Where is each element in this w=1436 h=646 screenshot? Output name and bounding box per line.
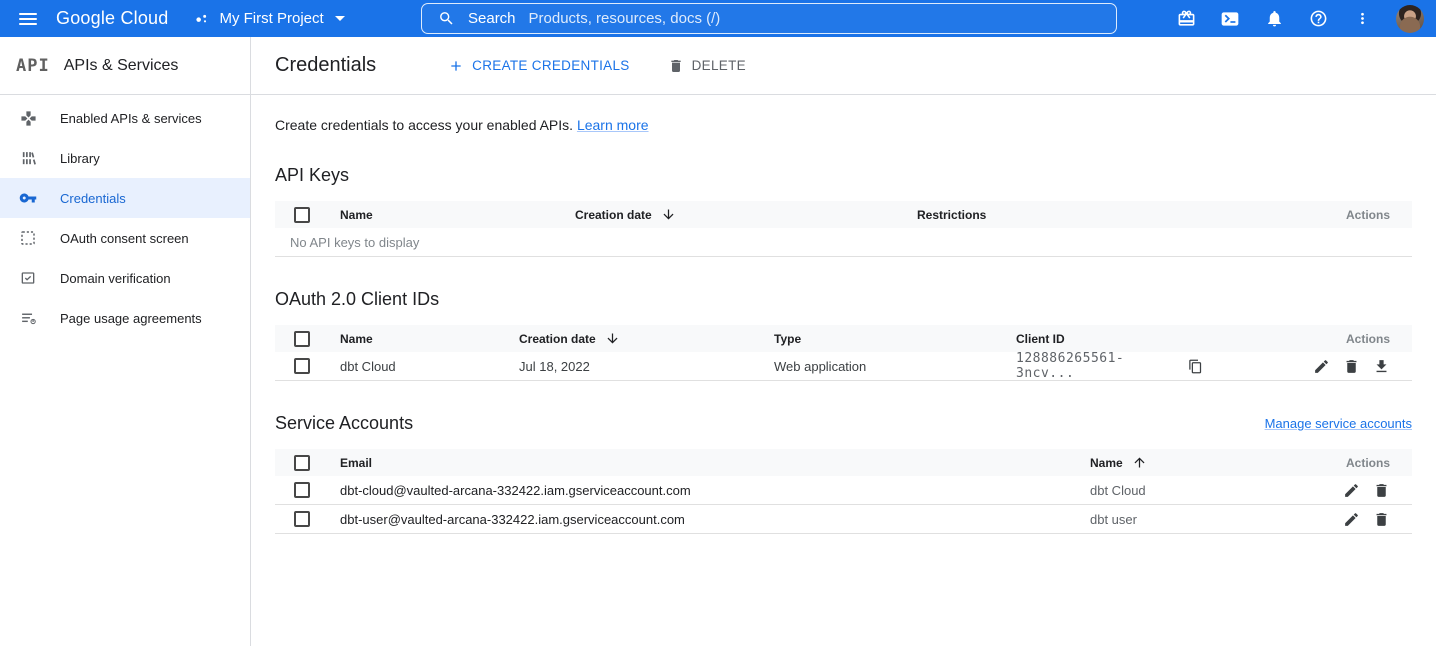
row-checkbox[interactable] — [294, 358, 310, 374]
client-name: dbt Cloud — [340, 359, 519, 374]
edit-icon[interactable] — [1343, 511, 1360, 528]
domain-verification-icon — [19, 269, 37, 287]
table-row: dbt-cloud@vaulted-arcana-332422.iam.gser… — [275, 476, 1412, 505]
column-restrictions[interactable]: Restrictions — [917, 208, 1154, 222]
column-actions: Actions — [1290, 456, 1412, 470]
service-account-email: dbt-cloud@vaulted-arcana-332422.iam.gser… — [340, 483, 1090, 498]
column-name[interactable]: Name — [340, 208, 575, 222]
library-icon — [19, 149, 37, 167]
enabled-apis-icon — [19, 109, 37, 127]
table-row: dbt Cloud Jul 18, 2022 Web application 1… — [275, 352, 1412, 381]
sidebar-header: API APIs & Services — [0, 37, 250, 95]
service-account-name: dbt user — [1090, 512, 1290, 527]
cloud-shell-icon[interactable] — [1220, 9, 1240, 29]
project-selector[interactable]: My First Project — [194, 10, 344, 27]
copy-icon[interactable] — [1188, 359, 1203, 374]
sidebar-item-oauth-consent[interactable]: OAuth consent screen — [0, 218, 250, 258]
key-icon — [19, 189, 37, 207]
delete-button[interactable]: DELETE — [658, 52, 756, 80]
download-icon[interactable] — [1373, 358, 1390, 375]
service-account-name: dbt Cloud — [1090, 483, 1290, 498]
service-accounts-section: Service Accounts Manage service accounts… — [275, 413, 1412, 534]
search-icon — [438, 10, 455, 27]
delete-icon[interactable] — [1373, 482, 1390, 499]
column-actions: Actions — [1154, 208, 1413, 222]
edit-icon[interactable] — [1343, 482, 1360, 499]
gift-icon[interactable] — [1176, 9, 1196, 29]
oauth-clients-heading: OAuth 2.0 Client IDs — [275, 289, 439, 310]
sort-asc-icon — [1132, 455, 1147, 470]
column-type[interactable]: Type — [774, 332, 1016, 346]
page-header: Credentials CREATE CREDENTIALS DELETE — [251, 37, 1436, 95]
sort-desc-icon — [661, 207, 676, 222]
learn-more-link[interactable]: Learn more — [577, 117, 649, 133]
service-accounts-table: Email Name Actions dbt-cloud@vaulted-arc… — [275, 449, 1412, 534]
column-name[interactable]: Name — [1090, 455, 1290, 470]
search-bar[interactable]: Search Products, resources, docs (/) — [421, 3, 1117, 34]
delete-icon[interactable] — [1373, 511, 1390, 528]
more-vert-icon[interactable] — [1352, 9, 1372, 29]
project-icon — [194, 11, 210, 27]
client-type: Web application — [774, 359, 1016, 374]
service-accounts-heading: Service Accounts — [275, 413, 413, 434]
row-checkbox[interactable] — [294, 482, 310, 498]
api-keys-empty-row: No API keys to display — [275, 228, 1412, 257]
sort-desc-icon — [605, 331, 620, 346]
column-creation-date[interactable]: Creation date — [575, 207, 917, 222]
api-keys-table: Name Creation date Restrictions Actions … — [275, 201, 1412, 257]
service-account-email: dbt-user@vaulted-arcana-332422.iam.gserv… — [340, 512, 1090, 527]
row-checkbox[interactable] — [294, 511, 310, 527]
plus-icon — [448, 58, 464, 74]
column-client-id[interactable]: Client ID — [1016, 332, 1203, 346]
oauth-clients-section: OAuth 2.0 Client IDs Name Creation date … — [275, 289, 1412, 381]
service-accounts-header-row: Email Name Actions — [275, 449, 1412, 476]
oauth-header-row: Name Creation date Type Client ID Action… — [275, 325, 1412, 352]
topbar-actions — [1176, 0, 1424, 37]
api-logo: API — [16, 56, 50, 76]
client-id-value: 128886265561-3ncv... — [1016, 351, 1180, 381]
manage-service-accounts-link[interactable]: Manage service accounts — [1265, 416, 1412, 431]
column-creation-date[interactable]: Creation date — [519, 331, 774, 346]
sidebar-item-domain-verification[interactable]: Domain verification — [0, 258, 250, 298]
sidebar-item-library[interactable]: Library — [0, 138, 250, 178]
help-icon[interactable] — [1308, 9, 1328, 29]
api-keys-header-row: Name Creation date Restrictions Actions — [275, 201, 1412, 228]
api-keys-heading: API Keys — [275, 165, 349, 186]
column-email[interactable]: Email — [340, 456, 1090, 470]
sidebar: API APIs & Services Enabled APIs & servi… — [0, 37, 251, 646]
column-actions: Actions — [1203, 332, 1412, 346]
intro-text: Create credentials to access your enable… — [275, 117, 1412, 133]
select-all-checkbox[interactable] — [294, 455, 310, 471]
sidebar-item-enabled-apis[interactable]: Enabled APIs & services — [0, 98, 250, 138]
project-name: My First Project — [219, 10, 323, 27]
google-cloud-logo[interactable]: Google Cloud — [56, 8, 168, 29]
page-usage-icon — [19, 309, 37, 327]
sidebar-item-page-usage[interactable]: Page usage agreements — [0, 298, 250, 338]
create-credentials-button[interactable]: CREATE CREDENTIALS — [438, 52, 639, 80]
select-all-checkbox[interactable] — [294, 331, 310, 347]
chevron-down-icon — [335, 16, 345, 21]
menu-icon[interactable] — [0, 0, 56, 37]
client-creation-date: Jul 18, 2022 — [519, 359, 774, 374]
page-title: Credentials — [275, 54, 376, 77]
search-placeholder: Products, resources, docs (/) — [529, 10, 721, 27]
oauth-clients-table: Name Creation date Type Client ID Action… — [275, 325, 1412, 381]
edit-icon[interactable] — [1313, 358, 1330, 375]
oauth-consent-icon — [19, 229, 37, 247]
sidebar-item-credentials[interactable]: Credentials — [0, 178, 250, 218]
select-all-checkbox[interactable] — [294, 207, 310, 223]
column-name[interactable]: Name — [340, 332, 519, 346]
table-row: dbt-user@vaulted-arcana-332422.iam.gserv… — [275, 505, 1412, 534]
delete-icon[interactable] — [1343, 358, 1360, 375]
notifications-icon[interactable] — [1264, 9, 1284, 29]
topbar: Google Cloud My First Project Search Pro… — [0, 0, 1436, 37]
api-keys-section: API Keys Name Creation date Restrictions — [275, 165, 1412, 257]
search-label: Search — [468, 10, 516, 27]
sidebar-title: APIs & Services — [64, 57, 179, 75]
avatar[interactable] — [1396, 5, 1424, 33]
trash-icon — [668, 58, 684, 74]
